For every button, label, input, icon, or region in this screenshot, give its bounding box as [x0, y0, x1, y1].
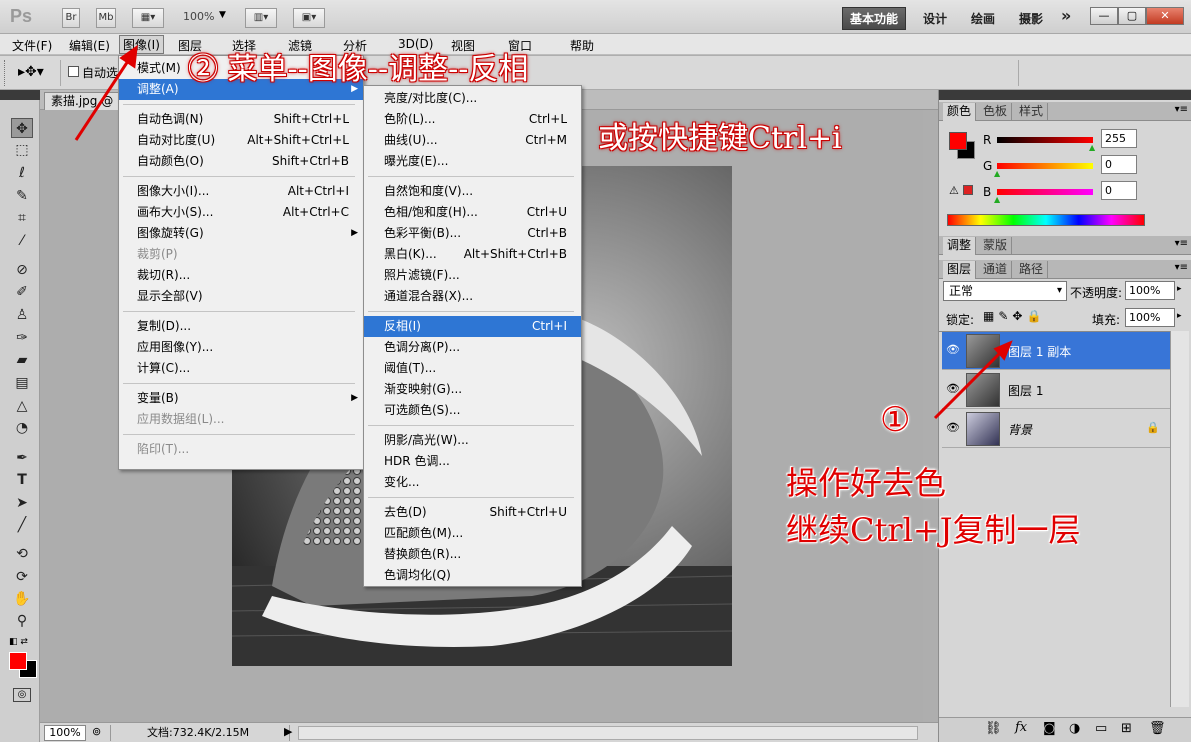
annotation-arrows [74, 44, 1013, 420]
arrow-head [119, 44, 138, 69]
arrow-to-image-menu [74, 57, 132, 141]
arrow-to-layer-copy [933, 348, 1005, 420]
